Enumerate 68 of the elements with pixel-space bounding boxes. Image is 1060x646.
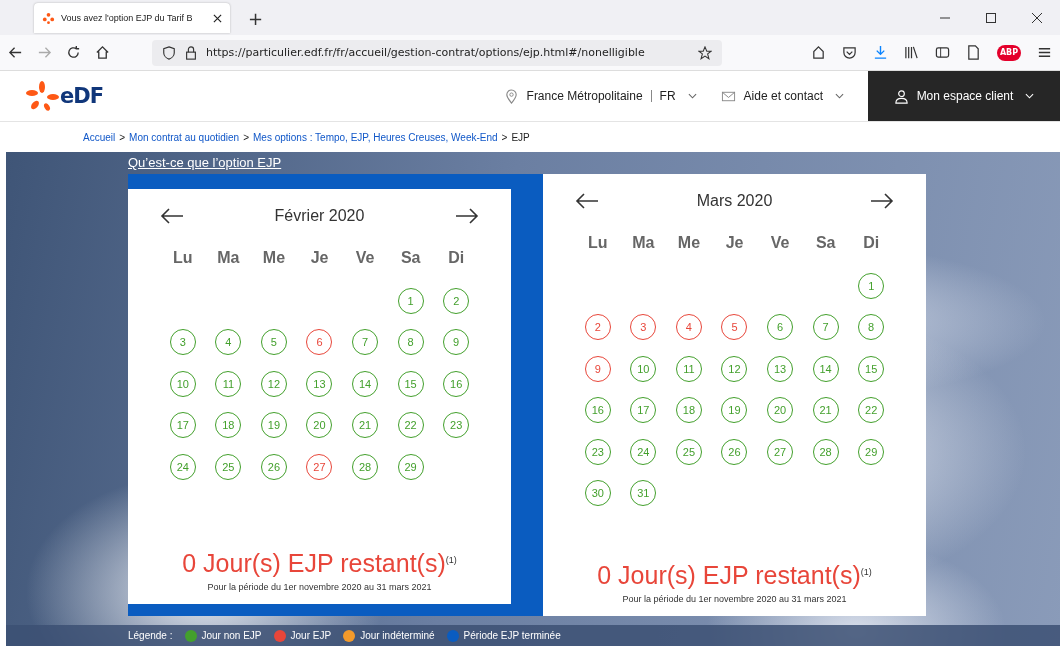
weekday-label: Me: [676, 234, 702, 252]
legend-label: Jour non EJP: [201, 630, 262, 641]
month-title: Février 2020: [274, 207, 365, 225]
page-icon[interactable]: [966, 45, 981, 60]
account-button[interactable]: Mon espace client: [868, 71, 1060, 121]
weekday-label: Ve: [354, 249, 376, 267]
browser-tab[interactable]: Vous avez l'option EJP du Tarif B: [34, 3, 230, 33]
star-icon[interactable]: [698, 45, 712, 60]
breadcrumb-separator: >: [243, 131, 249, 143]
month-title: Mars 2020: [696, 192, 773, 210]
weekday-label: Ma: [216, 249, 241, 267]
next-arrow-icon[interactable]: [870, 193, 894, 209]
adblock-button[interactable]: ABP: [997, 44, 1021, 61]
breadcrumb-link[interactable]: Mon contrat au quotidien: [129, 131, 240, 143]
chevron-down-icon: [835, 93, 844, 99]
remaining-days-text: 0 Jour(s) EJP restant(s)$^{(1)}$: [596, 561, 873, 590]
region-selector[interactable]: France Métropolitaine FR: [503, 88, 697, 104]
weekday-label: Je: [724, 234, 745, 252]
breadcrumb-link[interactable]: Accueil: [83, 131, 116, 143]
edf-logo[interactable]: eDF: [26, 81, 104, 111]
tab-title: Vous avez l'option EJP du Tarif B: [61, 13, 194, 23]
library-icon[interactable]: [904, 45, 919, 60]
legend-label: Période EJP terminée: [463, 630, 561, 641]
home-icon[interactable]: [95, 45, 110, 60]
weekday-label: Je: [309, 249, 330, 267]
menu-icon[interactable]: [1037, 45, 1052, 60]
breadcrumb-separator: >: [119, 131, 126, 143]
previous-arrow-icon[interactable]: [160, 208, 184, 224]
close-icon[interactable]: [1032, 13, 1042, 23]
intro-link[interactable]: Qu’est-ce que l’option EJP: [128, 155, 282, 171]
new-tab-button[interactable]: +: [248, 8, 264, 29]
breadcrumb-link[interactable]: Mes options : Tempo, EJP, Heures Creuses, Week-End: [253, 131, 498, 143]
weekday-label: Di: [447, 249, 466, 267]
weekday-label: Ve: [769, 234, 791, 252]
legend-title: Légende :: [128, 630, 173, 641]
weekday-label: Lu: [172, 249, 194, 267]
chevron-down-icon: [1025, 93, 1035, 99]
weekday-label: Di: [862, 234, 881, 252]
legend-label: Jour EJP: [290, 630, 332, 641]
breadcrumb-separator: >: [501, 131, 508, 143]
weekday-label: Sa: [399, 249, 422, 267]
weekday-label: Lu: [587, 234, 609, 252]
back-icon[interactable]: [8, 45, 23, 60]
maximize-icon[interactable]: [986, 13, 996, 23]
location-pin-icon: [503, 88, 519, 104]
url-text: https://particulier.edf.fr/fr/accueil/gestion-contrat/options/ejp.html#/nonelligible: [206, 46, 645, 59]
remaining-days-text: 0 Jour(s) EJP restant(s)$^{(1)}$: [181, 549, 458, 578]
weekday-label: Ma: [631, 234, 656, 252]
close-icon[interactable]: [213, 13, 222, 23]
previous-arrow-icon[interactable]: [575, 193, 599, 209]
shield-icon: [162, 45, 176, 60]
user-icon: [893, 88, 909, 104]
help-contact-menu[interactable]: Aide et contact: [720, 88, 844, 104]
reload-icon[interactable]: [66, 45, 81, 60]
sidebar-icon[interactable]: [935, 45, 950, 60]
weekday-label: Sa: [814, 234, 837, 252]
shield-icon[interactable]: [842, 45, 857, 60]
weekday-label: Me: [261, 249, 287, 267]
lock-icon: [184, 45, 198, 60]
address-bar[interactable]: https://particulier.edf.fr/fr/accueil/gestion-contrat/options/ejp.html#/nonelligible: [152, 39, 722, 66]
chevron-down-icon: [687, 93, 697, 99]
legend-label: Jour indéterminé: [360, 630, 435, 641]
period-text: Pour la période du 1er novembre 2020 au 31 mars 2021: [206, 582, 433, 592]
pinwheel-icon: [42, 11, 55, 25]
pinwheel-icon: [26, 81, 60, 111]
next-arrow-icon[interactable]: [455, 208, 479, 224]
download-icon[interactable]: [873, 45, 888, 60]
period-text: Pour la période du 1er novembre 2020 au 31 mars 2021: [621, 594, 848, 604]
